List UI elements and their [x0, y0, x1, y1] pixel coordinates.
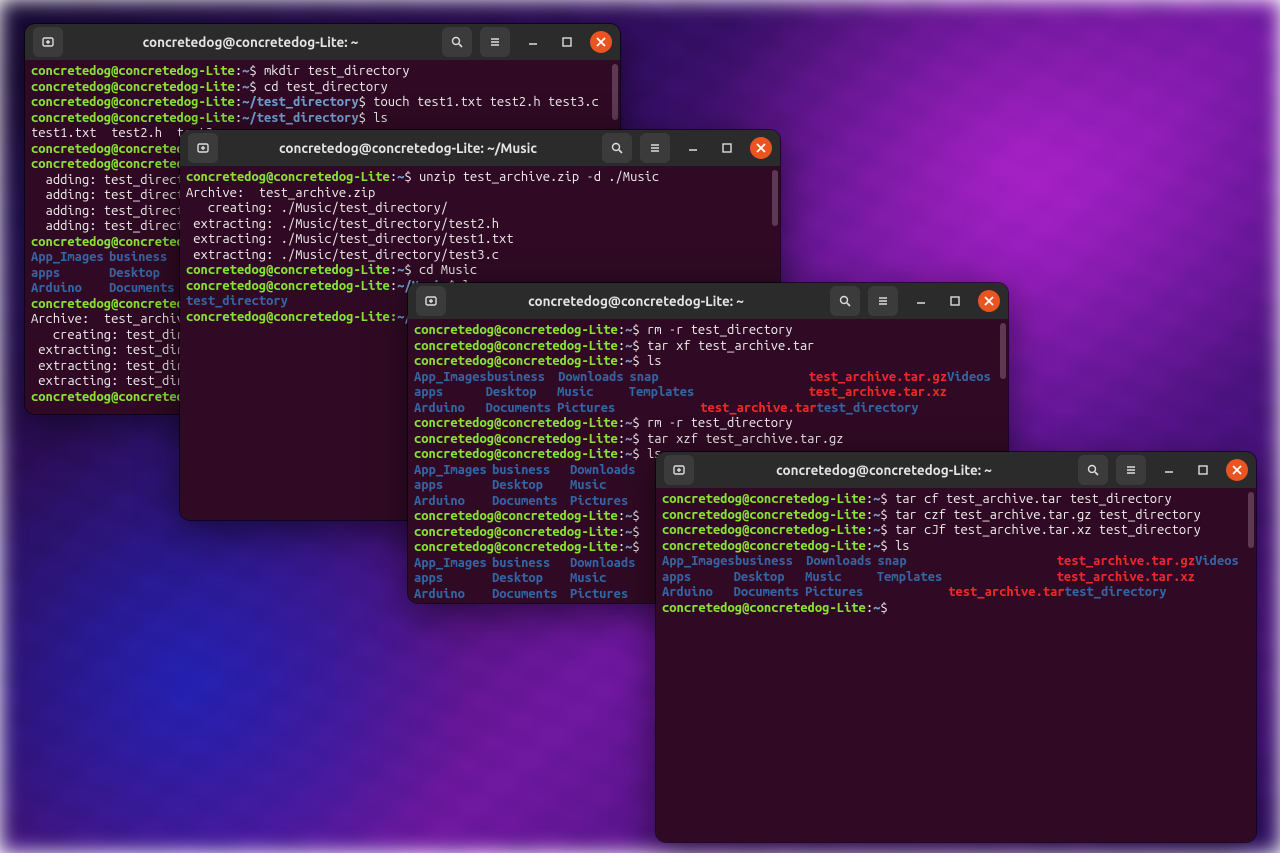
terminal-prompt-line[interactable]: concretedog@concretedog-Lite:~$ mkdir te… [31, 64, 614, 80]
new-tab-icon[interactable] [664, 455, 694, 485]
window-title: concretedog@concretedog-Lite: ~ [694, 462, 1074, 478]
window-title: concretedog@concretedog-Lite: ~/Music [218, 140, 598, 156]
window-titlebar[interactable]: concretedog@concretedog-Lite: ~/Music [180, 130, 780, 166]
terminal-prompt-line[interactable]: concretedog@concretedog-Lite:~$ tar xzf … [414, 432, 1002, 448]
terminal-prompt-line[interactable]: concretedog@concretedog-Lite:~$ rm -r te… [414, 323, 1002, 339]
window-title: concretedog@concretedog-Lite: ~ [63, 34, 438, 50]
search-icon[interactable] [1078, 455, 1108, 485]
window-title: concretedog@concretedog-Lite: ~ [446, 293, 826, 309]
minimize-icon[interactable] [910, 290, 932, 312]
terminal-prompt-line[interactable]: concretedog@concretedog-Lite:~$ [662, 601, 1250, 617]
new-tab-icon[interactable] [416, 286, 446, 316]
close-icon[interactable] [590, 31, 612, 53]
maximize-icon[interactable] [944, 290, 966, 312]
search-icon[interactable] [830, 286, 860, 316]
terminal-prompt-line[interactable]: concretedog@concretedog-Lite:~$ tar czf … [662, 508, 1250, 524]
terminal-prompt-line[interactable]: concretedog@concretedog-Lite:~/test_dire… [31, 95, 614, 111]
hamburger-icon[interactable] [640, 133, 670, 163]
terminal-output-line: extracting: ./Music/test_directory/test3… [186, 248, 774, 264]
new-tab-icon[interactable] [188, 133, 218, 163]
ls-row: ArduinoDocumentsPicturestest_archive.tar… [414, 401, 1002, 417]
maximize-icon[interactable] [1192, 459, 1214, 481]
minimize-icon[interactable] [1158, 459, 1180, 481]
terminal-body[interactable]: concretedog@concretedog-Lite:~$ tar cf t… [656, 488, 1256, 842]
hamburger-icon[interactable] [1116, 455, 1146, 485]
maximize-icon[interactable] [556, 31, 578, 53]
terminal-prompt-line[interactable]: concretedog@concretedog-Lite:~$ cd test_… [31, 80, 614, 96]
ls-row: App_ImagesbusinessDownloadssnaptest_arch… [662, 554, 1250, 570]
scrollbar-indicator[interactable] [1000, 323, 1006, 379]
ls-row: appsDesktopMusicTemplatestest_archive.ta… [414, 385, 1002, 401]
window-titlebar[interactable]: concretedog@concretedog-Lite: ~ [25, 24, 620, 60]
terminal-prompt-line[interactable]: concretedog@concretedog-Lite:~$ ls [414, 354, 1002, 370]
ls-row: App_ImagesbusinessDownloadssnaptest_arch… [414, 370, 1002, 386]
terminal-output-line: Archive: test_archive.zip [186, 186, 774, 202]
close-icon[interactable] [978, 290, 1000, 312]
terminal-prompt-line[interactable]: concretedog@concretedog-Lite:~$ tar cf t… [662, 492, 1250, 508]
ls-row: ArduinoDocumentsPicturestest_archive.tar… [662, 585, 1250, 601]
minimize-icon[interactable] [682, 137, 704, 159]
close-icon[interactable] [750, 137, 772, 159]
hamburger-icon[interactable] [868, 286, 898, 316]
ls-row: appsDesktopMusicTemplatestest_archive.ta… [662, 570, 1250, 586]
scrollbar-indicator[interactable] [772, 170, 778, 226]
terminal-prompt-line[interactable]: concretedog@concretedog-Lite:~$ unzip te… [186, 170, 774, 186]
terminal-prompt-line[interactable]: concretedog@concretedog-Lite:~$ tar xf t… [414, 339, 1002, 355]
terminal-prompt-line[interactable]: concretedog@concretedog-Lite:~$ ls [662, 539, 1250, 555]
terminal-prompt-line[interactable]: concretedog@concretedog-Lite:~$ rm -r te… [414, 416, 1002, 432]
scrollbar-indicator[interactable] [1248, 492, 1254, 548]
minimize-icon[interactable] [522, 31, 544, 53]
terminal-output-line: extracting: ./Music/test_directory/test2… [186, 217, 774, 233]
terminal-prompt-line[interactable]: concretedog@concretedog-Lite:~$ tar cJf … [662, 523, 1250, 539]
window-titlebar[interactable]: concretedog@concretedog-Lite: ~ [408, 283, 1008, 319]
search-icon[interactable] [602, 133, 632, 163]
terminal-output-line: creating: ./Music/test_directory/ [186, 201, 774, 217]
hamburger-icon[interactable] [480, 27, 510, 57]
maximize-icon[interactable] [716, 137, 738, 159]
search-icon[interactable] [442, 27, 472, 57]
terminal-prompt-line[interactable]: concretedog@concretedog-Lite:~/test_dire… [31, 111, 614, 127]
terminal-output-line: extracting: ./Music/test_directory/test1… [186, 232, 774, 248]
terminal-prompt-line[interactable]: concretedog@concretedog-Lite:~$ cd Music [186, 263, 774, 279]
window-titlebar[interactable]: concretedog@concretedog-Lite: ~ [656, 452, 1256, 488]
close-icon[interactable] [1226, 459, 1248, 481]
scrollbar-indicator[interactable] [612, 64, 618, 120]
terminal-window[interactable]: concretedog@concretedog-Lite: ~ concrete… [656, 452, 1256, 842]
new-tab-icon[interactable] [33, 27, 63, 57]
